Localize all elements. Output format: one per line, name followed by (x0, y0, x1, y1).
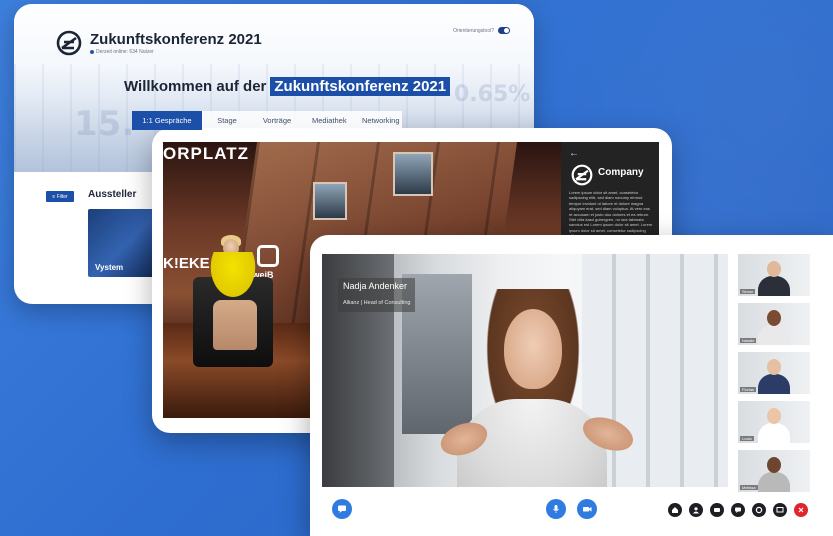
presenter-body (207, 252, 259, 302)
conference-title: Zukunftskonferenz 2021 (90, 31, 262, 48)
message-icon (735, 507, 741, 513)
participant-thumbnail[interactable]: Melissa (738, 450, 810, 492)
exhibitors-heading: Aussteller (88, 189, 137, 200)
participant-label: Florian (740, 387, 757, 392)
microphone-button[interactable] (546, 499, 566, 519)
participant-thumbnails: Simon Natalie Florian Lucia Melissa (738, 254, 810, 499)
orientation-tool[interactable]: Orientierungstool? (453, 27, 510, 34)
call-controls (668, 503, 808, 517)
exhibitor-name: Vystem (95, 263, 124, 272)
camera-icon (583, 507, 592, 512)
tab-stage[interactable]: Stage (202, 111, 252, 130)
group-icon (714, 508, 720, 512)
microphone-icon (553, 505, 559, 513)
group-button[interactable] (710, 503, 724, 517)
online-count: Derzeit online: 634 Nutzer (96, 49, 154, 55)
company-name: Company (598, 167, 644, 178)
user-button[interactable] (689, 503, 703, 517)
participant-face (767, 457, 781, 473)
welcome-heading: Willkommen auf der Zukunftskonferenz 202… (124, 77, 451, 96)
participant-body (758, 423, 790, 443)
stage-sign-left: K!EKE (163, 255, 210, 272)
participant-face (767, 359, 781, 375)
welcome-highlight: Zukunftskonferenz 2021 (270, 77, 451, 96)
tab-vortraege[interactable]: Vorträge (252, 111, 302, 130)
online-dot-icon (90, 50, 94, 54)
stage-title: ORPLATZ (163, 144, 250, 163)
chat-button[interactable] (332, 499, 352, 519)
participant-label: Simon (740, 289, 756, 294)
settings-button[interactable] (752, 503, 766, 517)
main-video[interactable]: Nadja Andenker Allianz | Head of Consult… (322, 254, 728, 487)
participant-label: Melissa (740, 485, 758, 490)
video-call-window: Nadja Andenker Allianz | Head of Consult… (310, 235, 833, 536)
camera-button[interactable] (577, 499, 597, 519)
tab-gespraeche[interactable]: 1:1 Gespräche (132, 111, 202, 130)
settings-icon (755, 506, 763, 514)
zweib-logo-icon (257, 245, 279, 267)
company-logo-icon (571, 164, 593, 186)
leave-call-button[interactable] (794, 503, 808, 517)
building-window (393, 152, 433, 196)
user-icon (693, 507, 699, 514)
close-icon (798, 507, 804, 513)
screen-share-button[interactable] (773, 503, 787, 517)
speaker-face (504, 309, 562, 389)
speaker-name: Nadja Andenker (343, 281, 408, 291)
building-window (313, 182, 347, 220)
background-number: 15. (74, 104, 135, 144)
participant-face (767, 408, 781, 424)
home-button[interactable] (668, 503, 682, 517)
back-arrow-icon[interactable]: ← (569, 148, 579, 159)
orientation-label: Orientierungstool? (453, 27, 494, 34)
online-status: Derzeit online: 634 Nutzer (90, 49, 154, 55)
welcome-prefix: Willkommen auf der (124, 78, 267, 95)
participant-body (758, 374, 790, 394)
home-icon (672, 507, 678, 513)
participant-thumbnail[interactable]: Lucia (738, 401, 810, 443)
participant-face (767, 310, 781, 326)
tab-mediathek[interactable]: Mediathek (302, 111, 352, 130)
participant-thumbnail[interactable]: Florian (738, 352, 810, 394)
call-toolbar (322, 495, 822, 525)
speaker-role: Allianz | Head of Consulting (343, 300, 411, 306)
message-button[interactable] (731, 503, 745, 517)
presenter-legs (213, 300, 257, 350)
screen-share-icon (776, 507, 784, 513)
tab-networking[interactable]: Networking (352, 111, 402, 130)
participant-face (767, 261, 781, 277)
company-description: Lorem ipsum dolor sit amet, consetetur s… (569, 190, 653, 238)
participant-body (758, 325, 790, 345)
main-tabs: 1:1 Gespräche Stage Vorträge Mediathek N… (132, 111, 402, 130)
participant-body (758, 276, 790, 296)
participant-thumbnail[interactable]: Natalie (738, 303, 810, 345)
speaker-nametag: Nadja Andenker Allianz | Head of Consult… (338, 278, 416, 312)
chat-icon (338, 505, 346, 513)
participant-label: Natalie (740, 338, 757, 343)
participant-thumbnail[interactable]: Simon (738, 254, 810, 296)
filter-button[interactable]: ≡ Filter (46, 191, 74, 202)
orientation-toggle[interactable] (498, 27, 510, 34)
participant-body (758, 472, 790, 492)
background-number: 0.65% (454, 82, 531, 107)
participant-label: Lucia (740, 436, 754, 441)
conference-logo-icon (56, 30, 82, 56)
